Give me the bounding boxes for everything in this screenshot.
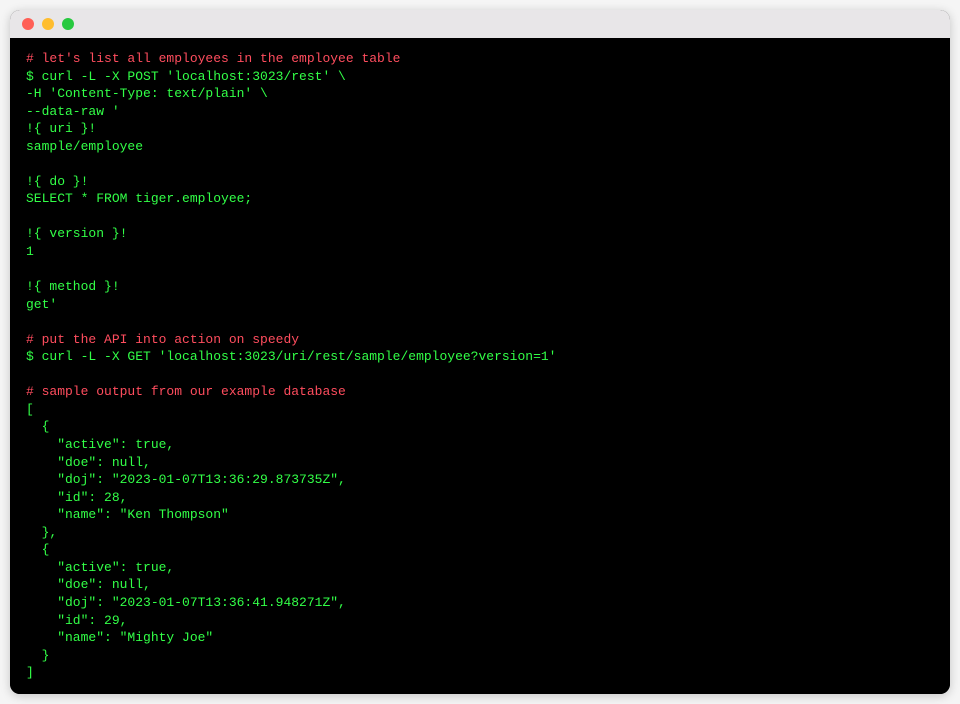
terminal-line: "doe": null, — [26, 576, 934, 594]
terminal-line: }, — [26, 524, 934, 542]
terminal-line — [26, 261, 934, 279]
terminal-line: "doe": null, — [26, 454, 934, 472]
close-icon[interactable] — [22, 18, 34, 30]
terminal-line: 1 — [26, 243, 934, 261]
terminal-line: !{ version }! — [26, 225, 934, 243]
terminal-line: $ curl -L -X GET 'localhost:3023/uri/res… — [26, 348, 934, 366]
terminal-line: get' — [26, 296, 934, 314]
terminal-line: sample/employee — [26, 138, 934, 156]
terminal-line: "id": 28, — [26, 489, 934, 507]
terminal-line: "name": "Mighty Joe" — [26, 629, 934, 647]
terminal-line: $ curl -L -X POST 'localhost:3023/rest' … — [26, 68, 934, 86]
terminal-line: "id": 29, — [26, 612, 934, 630]
terminal-line: "active": true, — [26, 559, 934, 577]
terminal-line: --data-raw ' — [26, 103, 934, 121]
terminal-line: !{ uri }! — [26, 120, 934, 138]
terminal-line: } — [26, 647, 934, 665]
terminal-line — [26, 155, 934, 173]
window-titlebar — [10, 10, 950, 38]
terminal-window: # let's list all employees in the employ… — [10, 10, 950, 694]
terminal-line: !{ method }! — [26, 278, 934, 296]
minimize-icon[interactable] — [42, 18, 54, 30]
terminal-line: # put the API into action on speedy — [26, 331, 934, 349]
maximize-icon[interactable] — [62, 18, 74, 30]
terminal-line: !{ do }! — [26, 173, 934, 191]
terminal-line — [26, 366, 934, 384]
terminal-line — [26, 208, 934, 226]
terminal-line: -H 'Content-Type: text/plain' \ — [26, 85, 934, 103]
terminal-line: { — [26, 541, 934, 559]
terminal-line: "doj": "2023-01-07T13:36:41.948271Z", — [26, 594, 934, 612]
terminal-line: "name": "Ken Thompson" — [26, 506, 934, 524]
terminal-line: # sample output from our example databas… — [26, 383, 934, 401]
terminal-line: "doj": "2023-01-07T13:36:29.873735Z", — [26, 471, 934, 489]
terminal-line: "active": true, — [26, 436, 934, 454]
terminal-line: # let's list all employees in the employ… — [26, 50, 934, 68]
terminal-line — [26, 313, 934, 331]
terminal-line: ] — [26, 664, 934, 682]
terminal-line: [ — [26, 401, 934, 419]
terminal-line: SELECT * FROM tiger.employee; — [26, 190, 934, 208]
terminal-line: { — [26, 418, 934, 436]
terminal-body[interactable]: # let's list all employees in the employ… — [10, 38, 950, 694]
